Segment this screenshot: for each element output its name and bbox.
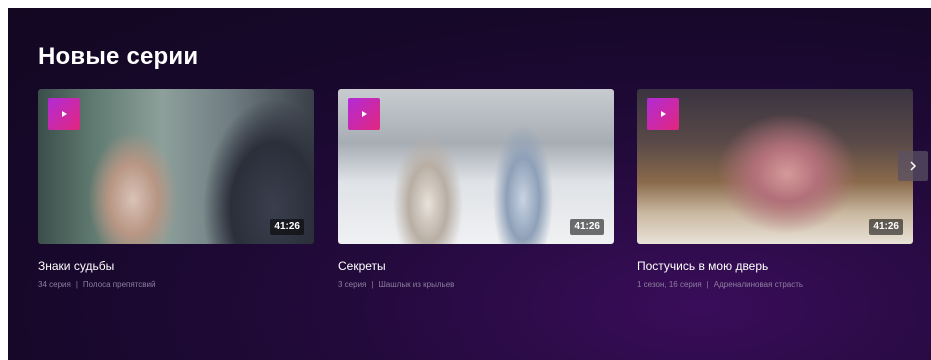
card-title[interactable]: Секреты bbox=[338, 259, 614, 273]
play-icon[interactable] bbox=[48, 98, 80, 130]
meta-separator: | bbox=[706, 280, 709, 289]
episode-name: Полоса препятсвий bbox=[82, 280, 156, 289]
episode-name: Шашлык из крыльев bbox=[378, 280, 455, 289]
duration-badge: 41:26 bbox=[869, 219, 903, 235]
top-cropped-strip bbox=[0, 0, 931, 8]
meta-separator: | bbox=[75, 280, 78, 289]
episode-name: Адреналиновая страсть bbox=[713, 280, 804, 289]
meta-separator: | bbox=[371, 280, 374, 289]
card-meta: 34 серия | Полоса препятсвий bbox=[38, 280, 314, 290]
episode-card[interactable]: 41:26 Знаки судьбы 34 серия | Полоса препя… bbox=[38, 89, 314, 290]
card-title[interactable]: Постучись в мою дверь bbox=[637, 259, 913, 273]
card-title[interactable]: Знаки судьбы bbox=[38, 259, 314, 273]
card-meta: 3 серия | Шашлык из крыльев bbox=[338, 280, 614, 290]
play-icon[interactable] bbox=[647, 98, 679, 130]
episode-thumbnail[interactable]: 41:26 bbox=[338, 89, 614, 244]
episode-card[interactable]: 41:26 Постучись в мою дверь 1 сезон, 16 … bbox=[637, 89, 913, 290]
duration-badge: 41:26 bbox=[270, 219, 304, 235]
chevron-right-icon bbox=[910, 161, 917, 171]
episode-number: 1 сезон, 16 серия bbox=[637, 280, 702, 289]
episode-thumbnail[interactable]: 41:26 bbox=[637, 89, 913, 244]
episode-number: 3 серия bbox=[338, 280, 367, 289]
play-icon[interactable] bbox=[348, 98, 380, 130]
episode-thumbnail[interactable]: 41:26 bbox=[38, 89, 314, 244]
duration-badge: 41:26 bbox=[570, 219, 604, 235]
next-button[interactable] bbox=[898, 151, 928, 181]
episode-number: 34 серия bbox=[38, 280, 71, 289]
new-episodes-section: Новые серии 41:26 Знаки судьбы 34 серия |… bbox=[8, 8, 931, 360]
episode-card[interactable]: 41:26 Секреты 3 серия | Шашлык из крыльев bbox=[338, 89, 614, 290]
card-meta: 1 сезон, 16 серия | Адреналиновая страсть bbox=[637, 280, 913, 290]
section-title: Новые серии bbox=[38, 43, 199, 70]
